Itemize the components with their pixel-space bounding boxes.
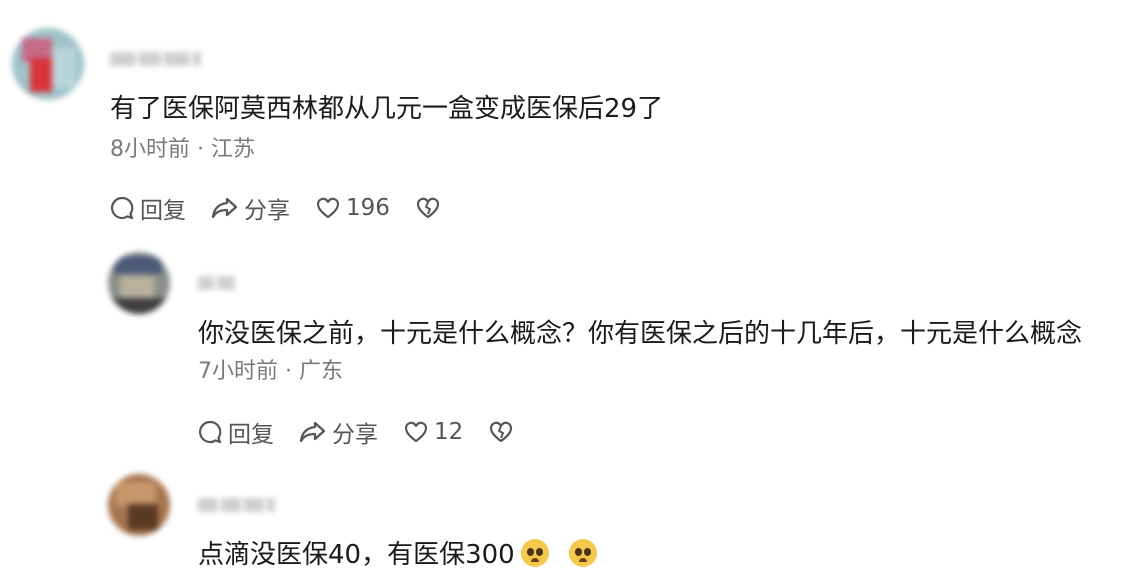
dislike-button[interactable]	[414, 194, 446, 222]
comment-text: 有了医保阿莫西林都从几元一盒变成医保后29了	[110, 94, 664, 124]
reply-label: 回复	[228, 422, 274, 448]
broken-heart-icon	[416, 197, 440, 219]
pleading-face-emoji	[520, 539, 549, 567]
dislike-button[interactable]	[487, 418, 519, 446]
broken-heart-icon	[490, 421, 513, 443]
share-button[interactable]: 分享	[298, 415, 378, 449]
reply-button[interactable]: 回复	[108, 191, 186, 225]
comment-actions: 回复 分享 12	[196, 416, 543, 448]
share-button[interactable]: 分享	[210, 191, 290, 225]
like-count: 12	[434, 419, 464, 445]
comment-actions: 回复 分享 196	[108, 192, 470, 224]
comment-text: 你没医保之前，十元是什么概念？你有医保之后的十几年后，十元是什么概念	[198, 319, 1083, 349]
share-label: 分享	[332, 422, 378, 448]
like-button[interactable]: 196	[314, 194, 390, 222]
like-button[interactable]: 12	[402, 418, 463, 446]
pleading-face-emoji	[568, 539, 597, 567]
comment-meta: 7小时前 · 广东	[198, 359, 343, 384]
comment-meta: 8小时前 · 江苏	[110, 137, 255, 162]
reply-label: 回复	[140, 198, 186, 224]
avatar[interactable]	[108, 252, 170, 314]
share-icon	[211, 197, 238, 219]
comment-icon	[111, 196, 134, 220]
username-blurred[interactable]	[198, 494, 278, 514]
comment-text-content: 点滴没医保40，有医保300	[198, 540, 515, 570]
username-blurred[interactable]	[110, 48, 204, 68]
reply-button[interactable]: 回复	[196, 415, 274, 449]
avatar[interactable]	[12, 28, 84, 100]
heart-icon	[316, 197, 340, 219]
avatar[interactable]	[108, 474, 170, 536]
like-count: 196	[346, 195, 390, 221]
comment-icon	[199, 420, 222, 444]
share-label: 分享	[244, 198, 290, 224]
heart-icon	[404, 421, 428, 443]
comment-text: 点滴没医保40，有医保300	[198, 538, 603, 572]
username-blurred[interactable]	[198, 272, 238, 292]
share-icon	[299, 421, 326, 443]
